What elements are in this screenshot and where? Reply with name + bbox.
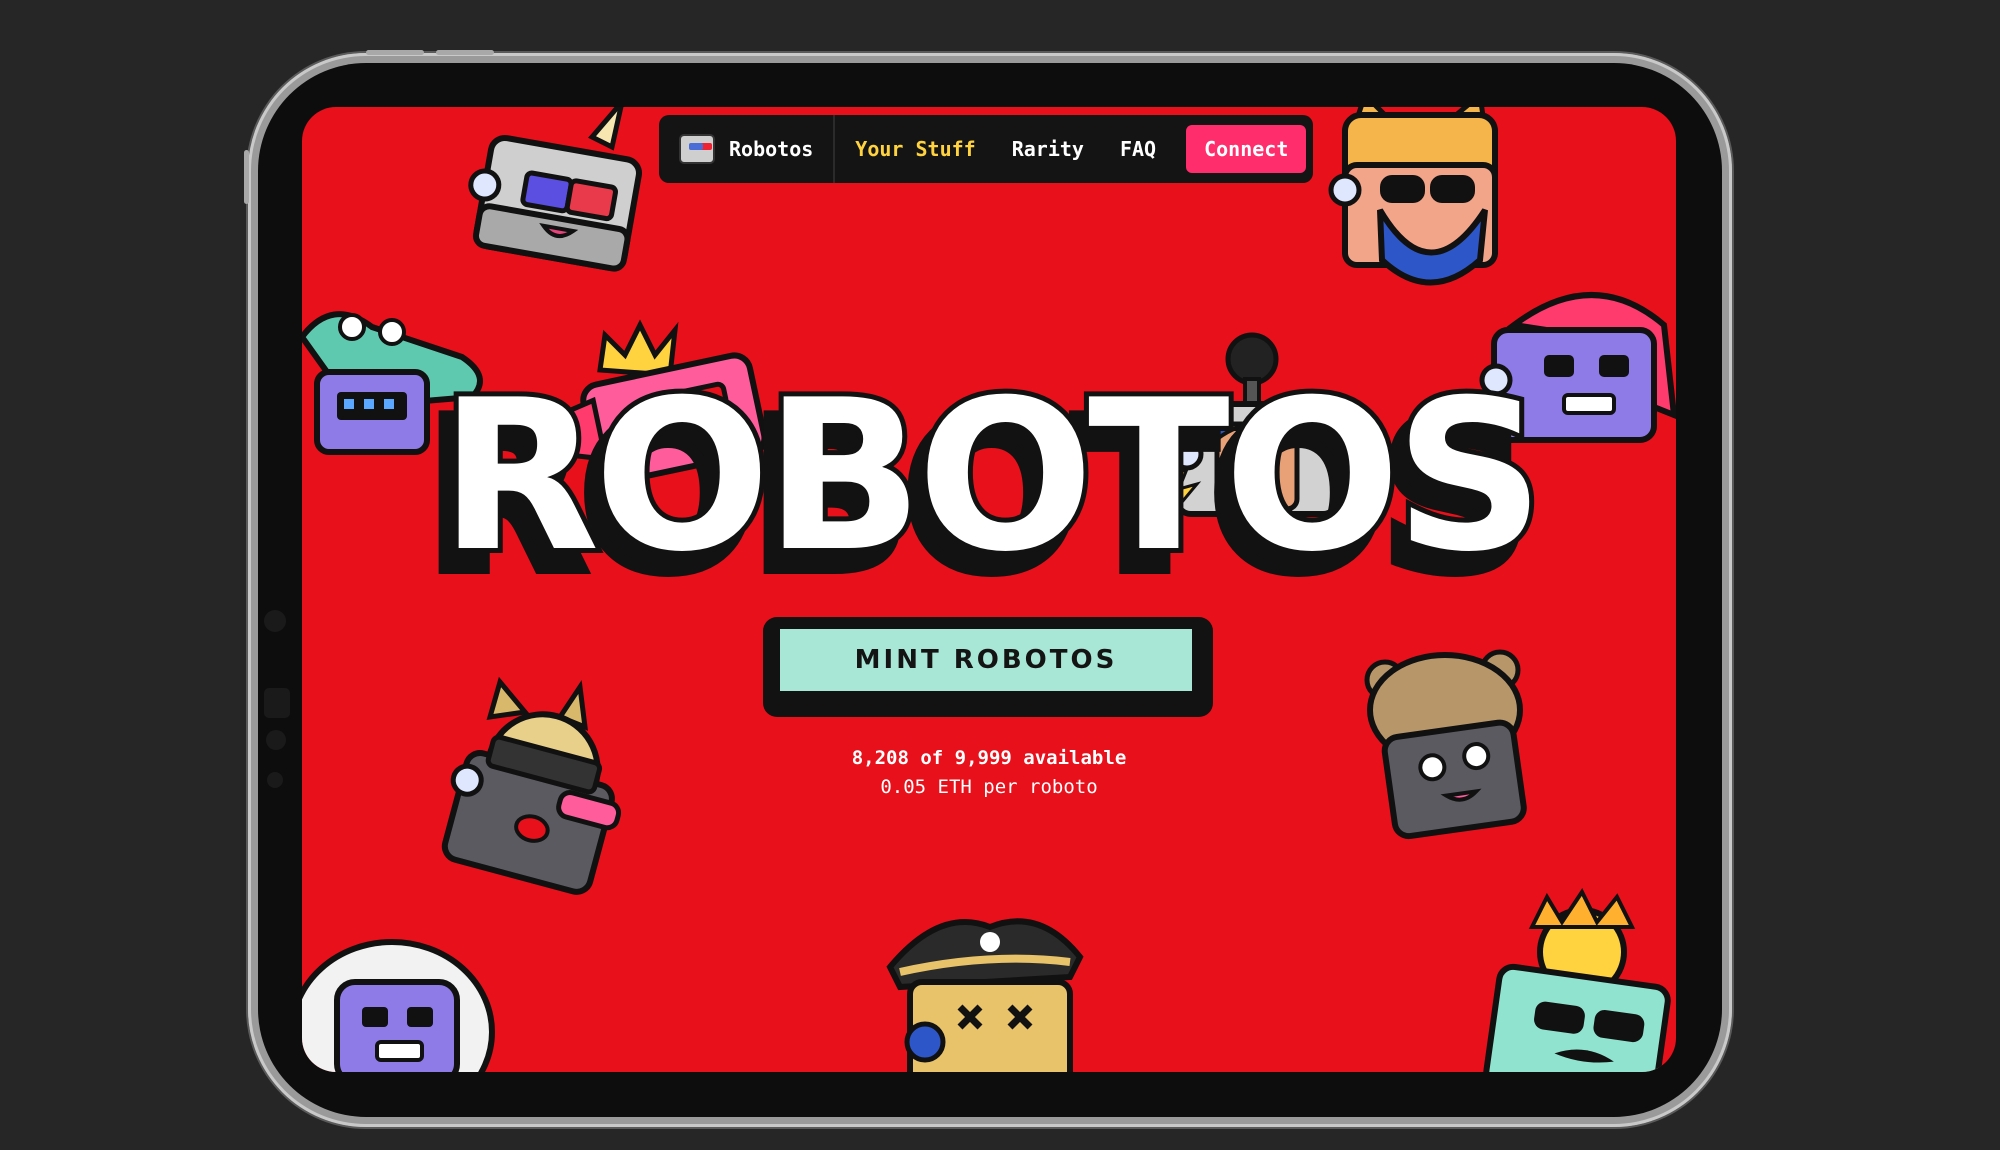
camera-icon: [264, 610, 286, 632]
sunny-robot: [1472, 888, 1676, 1072]
shiba-robot: [420, 676, 640, 897]
connect-button[interactable]: Connect: [1186, 125, 1307, 173]
hero-title-text: ROBOTOS: [435, 356, 1550, 598]
nav-link-faq[interactable]: FAQ: [1102, 137, 1174, 161]
top-navbar: Robotos Your Stuff Rarity FAQ Connect: [659, 115, 1313, 183]
volume-button: [436, 50, 494, 55]
astronaut-robot: [302, 927, 502, 1072]
mint-button[interactable]: MINT ROBOTOS: [774, 623, 1198, 697]
nav-link-rarity[interactable]: Rarity: [994, 137, 1102, 161]
nav-link-your-stuff[interactable]: Your Stuff: [835, 137, 993, 161]
pirate-robot: [880, 897, 1100, 1072]
hero-title: ROBOTOS ROBOTOS: [302, 356, 1676, 613]
brand-label: Robotos: [729, 137, 814, 161]
sensor-icon: [264, 688, 290, 718]
sensor-icon: [266, 730, 286, 750]
robot-logo-icon: [679, 134, 715, 164]
app-screen: Robotos Your Stuff Rarity FAQ Connect RO…: [302, 107, 1676, 1072]
bear-robot: [1350, 645, 1550, 845]
power-button: [244, 150, 249, 204]
unicorn-3d-glasses-robot: [462, 107, 652, 277]
brand-link[interactable]: Robotos: [659, 115, 836, 183]
sensor-icon: [267, 772, 283, 788]
cat-sunglasses-beard-robot: [1320, 107, 1520, 295]
volume-button: [366, 50, 424, 55]
